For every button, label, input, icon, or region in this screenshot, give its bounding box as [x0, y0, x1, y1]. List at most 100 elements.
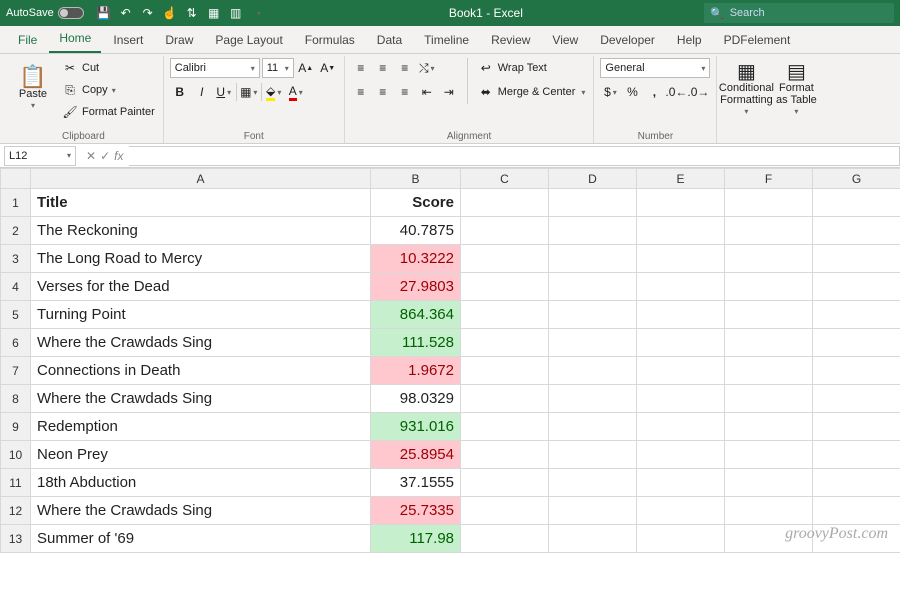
- cell[interactable]: [813, 189, 900, 217]
- cell[interactable]: [637, 385, 725, 413]
- table-row[interactable]: 7Connections in Death1.9672: [1, 357, 900, 385]
- cell[interactable]: [813, 497, 900, 525]
- tab-pdfelement[interactable]: PDFelement: [714, 28, 801, 53]
- redo-icon[interactable]: ↷: [138, 3, 158, 23]
- tab-view[interactable]: View: [542, 28, 588, 53]
- cell[interactable]: 40.7875: [371, 217, 461, 245]
- cell[interactable]: [813, 441, 900, 469]
- cell[interactable]: [725, 245, 813, 273]
- fill-color-button[interactable]: ⬙: [264, 82, 284, 102]
- row-header[interactable]: 9: [1, 413, 31, 441]
- row-header[interactable]: 12: [1, 497, 31, 525]
- table-row[interactable]: 8Where the Crawdads Sing98.0329: [1, 385, 900, 413]
- table-row[interactable]: 4Verses for the Dead27.9803: [1, 273, 900, 301]
- cell[interactable]: 864.364: [371, 301, 461, 329]
- cell[interactable]: [813, 273, 900, 301]
- spreadsheet-grid[interactable]: A B C D E F G 1TitleScore2The Reckoning4…: [0, 168, 900, 553]
- bold-button[interactable]: B: [170, 82, 190, 102]
- cell[interactable]: [461, 469, 549, 497]
- col-header[interactable]: A: [31, 169, 371, 189]
- tab-help[interactable]: Help: [667, 28, 712, 53]
- cell[interactable]: 98.0329: [371, 385, 461, 413]
- cell[interactable]: [461, 525, 549, 553]
- cell[interactable]: [461, 357, 549, 385]
- table-row[interactable]: 12Where the Crawdads Sing25.7335: [1, 497, 900, 525]
- cell[interactable]: The Long Road to Mercy: [31, 245, 371, 273]
- cell[interactable]: Score: [371, 189, 461, 217]
- cell[interactable]: Connections in Death: [31, 357, 371, 385]
- cell[interactable]: The Reckoning: [31, 217, 371, 245]
- cell[interactable]: [725, 441, 813, 469]
- formula-input[interactable]: [129, 146, 900, 166]
- cell[interactable]: [461, 497, 549, 525]
- conditional-formatting-button[interactable]: ▦ Conditional Formatting▾: [723, 58, 769, 122]
- cell[interactable]: 25.7335: [371, 497, 461, 525]
- align-center-icon[interactable]: ≡: [373, 82, 393, 102]
- undo-icon[interactable]: ↶: [116, 3, 136, 23]
- cell[interactable]: [813, 329, 900, 357]
- cell[interactable]: [637, 217, 725, 245]
- cell[interactable]: 25.8954: [371, 441, 461, 469]
- font-name-select[interactable]: Calibri▾: [170, 58, 260, 78]
- cell[interactable]: [725, 189, 813, 217]
- row-header[interactable]: 10: [1, 441, 31, 469]
- col-header[interactable]: C: [461, 169, 549, 189]
- row-header[interactable]: 8: [1, 385, 31, 413]
- number-format-select[interactable]: General▾: [600, 58, 710, 78]
- tab-page-layout[interactable]: Page Layout: [205, 28, 292, 53]
- increase-font-icon[interactable]: A▲: [296, 58, 316, 78]
- tab-developer[interactable]: Developer: [590, 28, 665, 53]
- format-painter-button[interactable]: 🖌Format Painter: [60, 102, 157, 122]
- enter-icon[interactable]: ✓: [100, 149, 110, 163]
- cell[interactable]: 931.016: [371, 413, 461, 441]
- cell[interactable]: [637, 497, 725, 525]
- font-color-button[interactable]: A: [286, 82, 306, 102]
- table-row[interactable]: 2The Reckoning40.7875: [1, 217, 900, 245]
- cell[interactable]: [461, 441, 549, 469]
- cell[interactable]: [637, 469, 725, 497]
- table-row[interactable]: 5Turning Point864.364: [1, 301, 900, 329]
- underline-button[interactable]: U: [214, 82, 234, 102]
- row-header[interactable]: 6: [1, 329, 31, 357]
- cell[interactable]: [725, 497, 813, 525]
- row-header[interactable]: 11: [1, 469, 31, 497]
- cell[interactable]: Where the Crawdads Sing: [31, 329, 371, 357]
- cell[interactable]: Where the Crawdads Sing: [31, 497, 371, 525]
- comma-button[interactable]: ,: [644, 82, 664, 102]
- border-button[interactable]: ▦: [239, 82, 259, 102]
- increase-decimal-icon[interactable]: .0←: [666, 82, 686, 102]
- col-header[interactable]: D: [549, 169, 637, 189]
- cell[interactable]: [461, 301, 549, 329]
- cell[interactable]: [813, 385, 900, 413]
- cell[interactable]: 27.9803: [371, 273, 461, 301]
- tab-data[interactable]: Data: [367, 28, 412, 53]
- cell[interactable]: [725, 273, 813, 301]
- cell[interactable]: [461, 273, 549, 301]
- cell[interactable]: Title: [31, 189, 371, 217]
- table-row[interactable]: 6Where the Crawdads Sing111.528: [1, 329, 900, 357]
- cell[interactable]: [637, 245, 725, 273]
- row-header[interactable]: 1: [1, 189, 31, 217]
- cell[interactable]: [549, 525, 637, 553]
- row-header[interactable]: 13: [1, 525, 31, 553]
- cell[interactable]: [813, 525, 900, 553]
- col-header[interactable]: E: [637, 169, 725, 189]
- col-header[interactable]: B: [371, 169, 461, 189]
- cell[interactable]: [637, 441, 725, 469]
- save-icon[interactable]: 💾: [94, 3, 114, 23]
- cell[interactable]: [461, 245, 549, 273]
- tab-formulas[interactable]: Formulas: [295, 28, 365, 53]
- cell[interactable]: [637, 525, 725, 553]
- table-row[interactable]: 10Neon Prey25.8954: [1, 441, 900, 469]
- tab-home[interactable]: Home: [49, 26, 101, 53]
- cell[interactable]: [549, 189, 637, 217]
- row-header[interactable]: 5: [1, 301, 31, 329]
- cell[interactable]: [813, 469, 900, 497]
- align-middle-icon[interactable]: ≡: [373, 58, 393, 78]
- cell[interactable]: [725, 217, 813, 245]
- cell[interactable]: [549, 357, 637, 385]
- autosave-toggle[interactable]: AutoSave: [6, 7, 84, 19]
- cell[interactable]: [461, 385, 549, 413]
- wrap-text-button[interactable]: ↩Wrap Text: [476, 58, 588, 78]
- cell[interactable]: [637, 273, 725, 301]
